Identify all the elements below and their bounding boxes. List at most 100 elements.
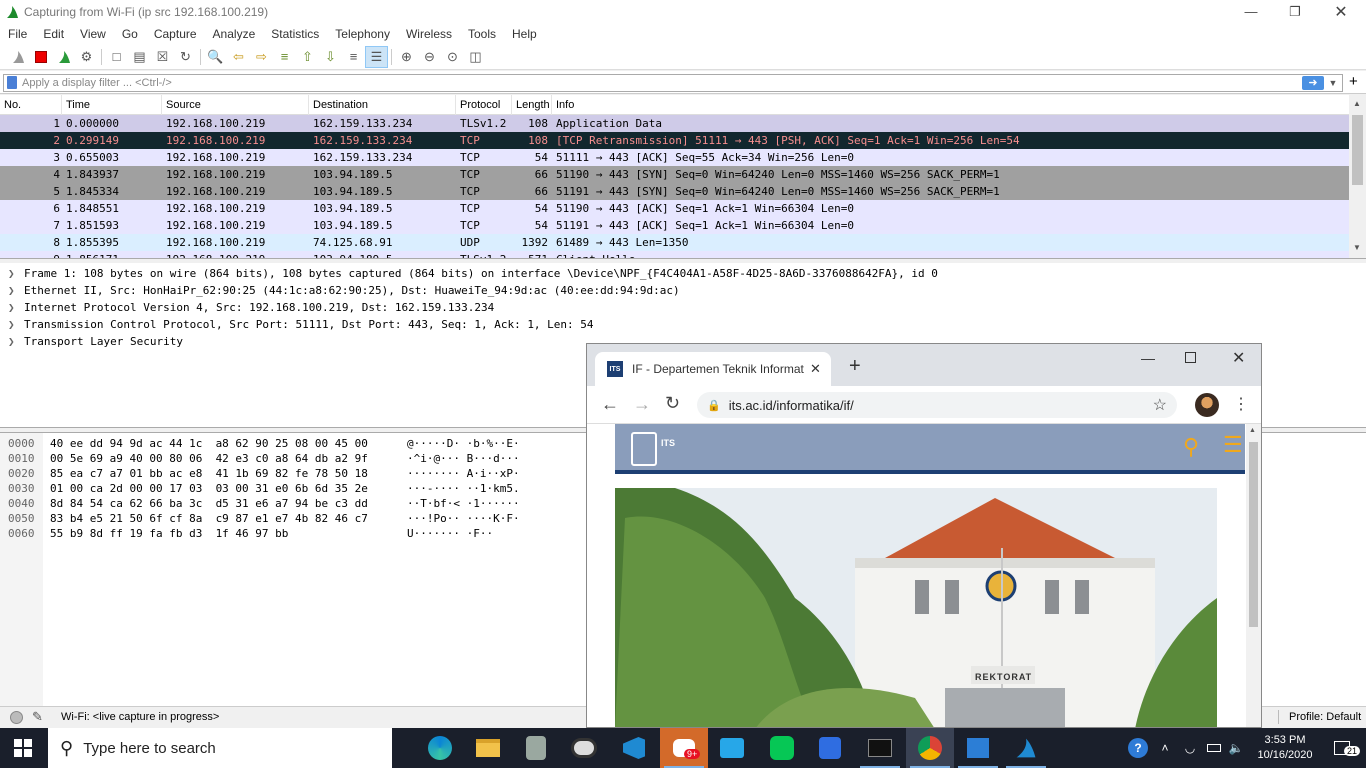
scroll-up-icon[interactable]: ▲ [1353,99,1361,108]
menu-analyze[interactable]: Analyze [205,27,264,41]
minimize-icon[interactable]: — [1228,0,1274,23]
bookmark-star-icon[interactable]: ☆ [1153,395,1167,415]
browser-close-icon[interactable]: ✕ [1232,348,1245,368]
vscode-icon[interactable] [610,728,658,768]
omnibox[interactable]: 🔒 its.ac.id/informatika/if/ ☆ [697,392,1177,418]
notification-center-icon[interactable]: 21 [1322,728,1362,768]
find-packet-icon[interactable]: 🔍 [204,46,227,68]
col-length[interactable]: Length [512,95,552,115]
hex-ascii[interactable]: ··T·bf·< ·1······ [407,497,520,512]
hex-bytes[interactable]: 55 b9 8d ff 19 fa fb d3 1f 46 97 bb [50,527,288,542]
start-capture-icon[interactable] [6,46,29,68]
wifi-icon[interactable]: ◡ [1180,728,1200,768]
hex-ascii[interactable]: U······· ·F·· [407,527,493,542]
menu-view[interactable]: View [72,27,114,41]
wireshark-icon[interactable] [1002,728,1050,768]
menu-capture[interactable]: Capture [146,27,205,41]
line-icon[interactable] [758,728,806,768]
edit-comment-icon[interactable]: ✎ [32,709,43,725]
packet-row[interactable]: 91.856171192.168.100.219103.94.189.5TLSv… [0,251,1366,258]
hex-bytes[interactable]: 83 b4 e5 21 50 6f cf 8a c9 87 e1 e7 4b 8… [50,512,368,527]
packet-row[interactable]: 8 1.855395 192.168.100.219 74.125.68.91 UDP 1… [0,234,1366,251]
hex-bytes[interactable]: 00 5e 69 a9 40 00 80 06 42 e3 c0 a8 64 d… [50,452,368,467]
discord-icon[interactable]: 9+ [660,728,708,768]
menu-tools[interactable]: Tools [460,27,504,41]
windows-start-icon[interactable] [14,739,32,757]
battery-icon[interactable] [1204,728,1224,768]
scroll-up-icon[interactable]: ▲ [1249,427,1256,434]
arrow-right-icon[interactable]: ➜ [1302,76,1324,90]
col-destination[interactable]: Destination [309,95,456,115]
display-filter-input[interactable] [22,77,1222,89]
close-icon[interactable]: ✕ [1318,0,1364,23]
new-tab-icon[interactable]: + [849,356,861,376]
bookmark-icon[interactable] [7,76,17,89]
add-filter-button[interactable]: + [1349,73,1358,90]
filter-dropdown-icon[interactable]: ▼ [1326,76,1340,90]
reload-file-icon[interactable]: ↻ [174,46,197,68]
forward-icon[interactable]: → [633,394,651,415]
go-forward-icon[interactable]: ⇨ [250,46,273,68]
chrome-menu-icon[interactable]: ⋮ [1233,394,1249,414]
menu-wireless[interactable]: Wireless [398,27,460,41]
its-logo-icon[interactable] [631,432,657,466]
packet-row[interactable]: 2 0.299149 192.168.100.219 162.159.133.234 T… [0,132,1366,149]
hex-ascii[interactable]: ········ A·i··xP· [407,467,520,482]
hamburger-menu-icon[interactable]: ☰ [1223,432,1243,458]
packet-row[interactable]: 3 0.655003 192.168.100.219 162.159.133.234 T… [0,149,1366,166]
zoom-in-icon[interactable]: ⊕ [395,46,418,68]
scroll-thumb[interactable] [1352,115,1363,185]
detail-row-frame[interactable]: ❯ Frame 1: 108 bytes on wire (864 bits), … [0,265,1366,282]
url-text[interactable]: its.ac.id/informatika/if/ [729,398,854,413]
photos-icon[interactable] [954,728,1002,768]
colorize-icon[interactable]: ☰ [365,45,388,68]
restore-icon[interactable]: ❐ [1272,0,1318,23]
terminal-icon[interactable] [856,728,904,768]
capture-options-icon[interactable]: ⚙ [75,46,98,68]
menu-help[interactable]: Help [504,27,545,41]
clock[interactable]: 3:53 PM 10/16/2020 [1250,728,1320,768]
hex-bytes[interactable]: 85 ea c7 a7 01 bb ac e8 41 1b 69 82 fe 7… [50,467,368,482]
hex-bytes[interactable]: 8d 84 54 ca 62 66 ba 3c d5 31 e6 a7 94 b… [50,497,368,512]
azure-data-icon[interactable] [708,728,756,768]
col-no[interactable]: No. [0,95,62,115]
tripadvisor-icon[interactable] [560,728,608,768]
reload-icon[interactable]: ↻ [665,393,680,414]
browser-tab[interactable]: ITS IF - Departemen Teknik Informatika ✕ [595,352,831,386]
expert-info-icon[interactable] [10,711,23,724]
hex-bytes[interactable]: 40 ee dd 94 9d ac 44 1c a8 62 90 25 08 0… [50,437,368,452]
evernote-icon[interactable] [512,728,560,768]
scroll-down-icon[interactable]: ▼ [1353,243,1361,252]
menu-edit[interactable]: Edit [35,27,72,41]
file-explorer-icon[interactable] [464,728,512,768]
save-file-icon[interactable]: ▤ [128,46,151,68]
go-to-packet-icon[interactable]: ≡ [273,46,296,68]
packet-row[interactable]: 1 0.000000 192.168.100.219 162.159.133.234 T… [0,115,1366,132]
packet-row[interactable]: 4 1.843937 192.168.100.219 103.94.189.5 TCP 6… [0,166,1366,183]
hex-bytes[interactable]: 01 00 ca 2d 00 00 17 03 03 00 31 e0 6b 6… [50,482,368,497]
zoom-out-icon[interactable]: ⊖ [418,46,441,68]
chevron-right-icon[interactable]: ❯ [8,301,24,314]
chevron-right-icon[interactable]: ❯ [8,267,24,280]
hex-ascii[interactable]: ·^i·@··· B···d··· [407,452,520,467]
chevron-right-icon[interactable]: ❯ [8,318,24,331]
autoscroll-icon[interactable]: ≡ [342,46,365,68]
detail-row-ip[interactable]: ❯ Internet Protocol Version 4, Src: 192.1… [0,299,1366,316]
first-packet-icon[interactable]: ⇧ [296,46,319,68]
page-scrollbar[interactable]: ▲ [1246,424,1261,727]
chevron-right-icon[interactable]: ❯ [8,284,24,297]
col-source[interactable]: Source [162,95,309,115]
profile-label[interactable]: Profile: Default [1289,711,1361,723]
restart-capture-icon[interactable] [52,46,75,68]
taskbar-search[interactable]: ⚲ Type here to search [48,728,392,768]
detail-row-ethernet[interactable]: ❯ Ethernet II, Src: HonHaiPr_62:90:25 (44… [0,282,1366,299]
wps-icon[interactable] [806,728,854,768]
go-back-icon[interactable]: ⇦ [227,46,250,68]
volume-icon[interactable]: 🔈 [1226,728,1246,768]
profile-avatar[interactable] [1195,393,1219,417]
menu-statistics[interactable]: Statistics [263,27,327,41]
hex-ascii[interactable]: @·····D· ·b·%··E· [407,437,520,452]
col-time[interactable]: Time [62,95,162,115]
open-file-icon[interactable]: □ [105,46,128,68]
chrome-icon[interactable] [906,728,954,768]
